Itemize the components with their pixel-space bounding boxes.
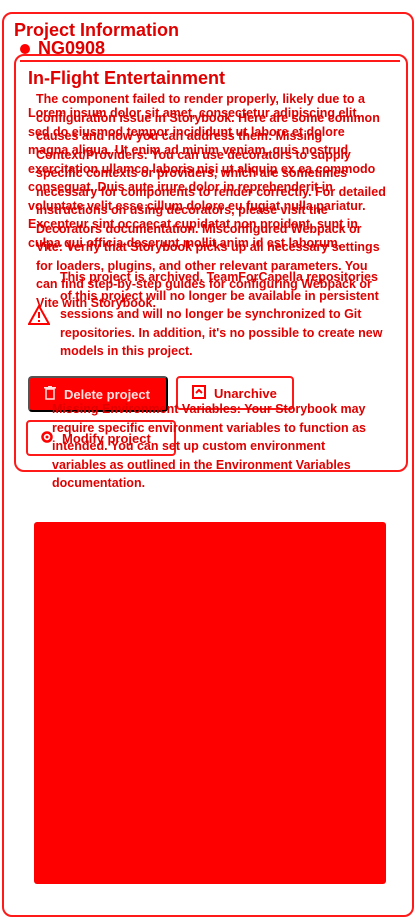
status-dot-icon: [20, 43, 30, 54]
warning-icon: [27, 303, 51, 330]
environment-variables-notice: Missing Environment Variables: Your Stor…: [52, 402, 366, 490]
archive-notice: This project is archived. TeamForCapella…: [60, 270, 383, 358]
unarchive-label: Unarchive: [214, 385, 277, 401]
card-title: In-Flight Entertainment: [28, 68, 225, 88]
unarchive-icon: [192, 384, 206, 402]
content-placeholder-block: [34, 522, 386, 884]
project-description: Lorem ipsum dolor sit amet, consectetur …: [28, 106, 376, 250]
